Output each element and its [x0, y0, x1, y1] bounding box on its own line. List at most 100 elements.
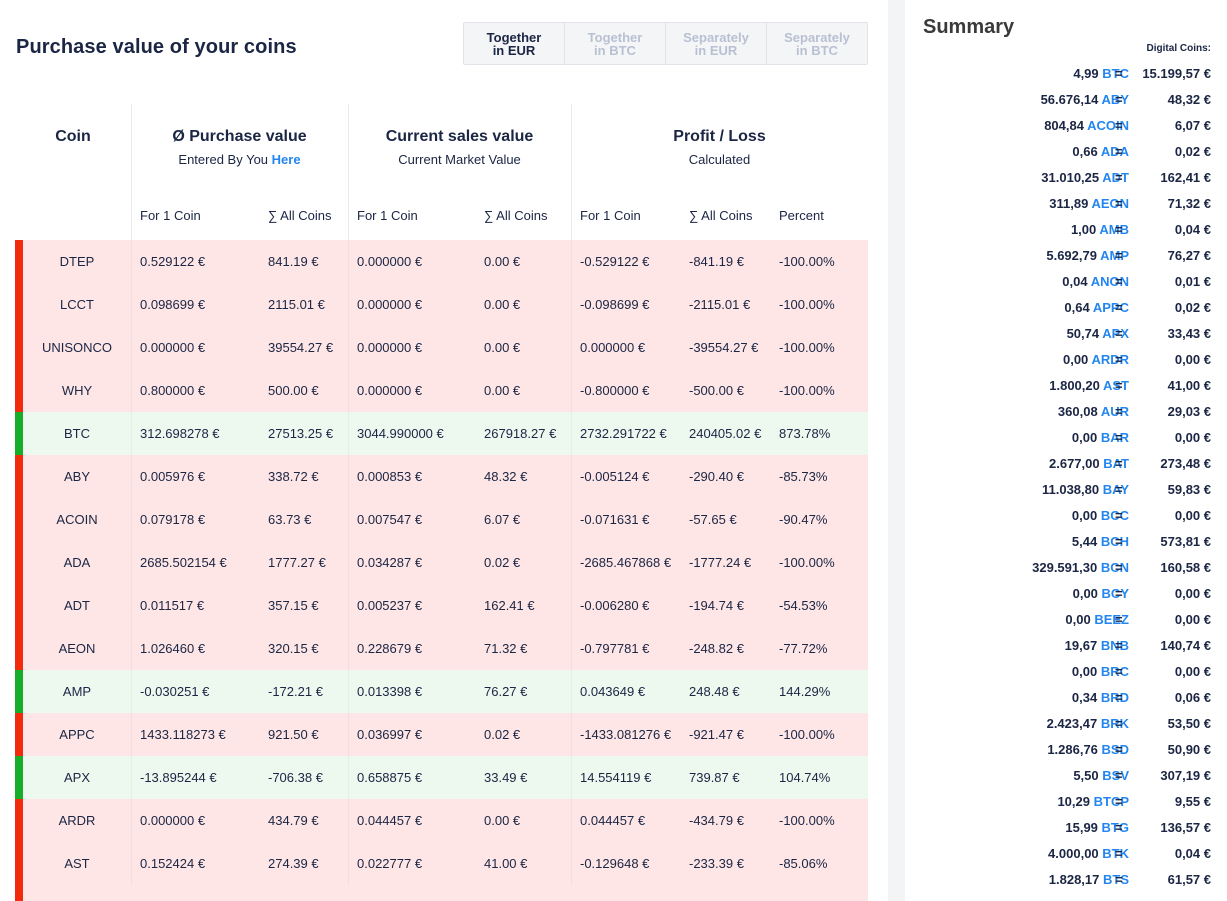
cell-profit-all: -1777.24 €	[689, 555, 752, 570]
loss-indicator	[15, 584, 23, 627]
coins-table-body: DTEP 0.529122 € 841.19 € 0.000000 € 0.00 € -0…	[15, 240, 868, 885]
amount-value: 0,66	[1072, 144, 1098, 159]
table-row[interactable]: ADT 0.011517 € 357.15 € 0.005237 € 162.41 € -…	[15, 584, 868, 627]
coin-symbol: ACOIN	[56, 512, 98, 527]
cell-profit-one: 0.000000 €	[580, 340, 646, 355]
summary-item: 1.800,20 AST = 41,00 €	[905, 373, 1227, 399]
table-row[interactable]: BTC 312.698278 € 27513.25 € 3044.990000 € 26…	[15, 412, 868, 455]
table-row[interactable]: APX -13.895244 € -706.38 € 0.658875 € 33.49 …	[15, 756, 868, 799]
summary-title: Summary	[923, 16, 1015, 38]
view-mode-tabs: Together in EUR Together in BTC Separate…	[463, 22, 868, 65]
table-row[interactable]: ARDR 0.000000 € 434.79 € 0.044457 € 0.00 € 0.…	[15, 799, 868, 842]
cell-divider	[131, 799, 132, 842]
table-row[interactable]: APPC 1433.118273 € 921.50 € 0.036997 € 0.02 …	[15, 713, 868, 756]
coin-symbol-link[interactable]: APPC	[1093, 300, 1129, 315]
cell-profit-one: -2685.467868 €	[580, 555, 672, 570]
cell-current-all: 6.07 €	[484, 512, 521, 527]
coin-symbol: APPC	[59, 727, 95, 742]
cell-divider	[348, 670, 349, 713]
tab-together-btc[interactable]: Together in BTC	[565, 23, 666, 64]
cell-profit-all: -248.82 €	[689, 641, 744, 656]
purchase-value-panel: Purchase value of your coins Together in…	[0, 0, 888, 901]
table-row[interactable]: ADA 2685.502154 € 1777.27 € 0.034287 € 0.02 …	[15, 541, 868, 584]
cell-divider	[348, 627, 349, 670]
equals-sign: =	[1115, 248, 1123, 263]
cell-purchase-all: 2115.01 €	[268, 297, 325, 312]
cell-percent: -77.72%	[779, 641, 828, 656]
cell-divider	[571, 842, 572, 885]
table-row[interactable]: AEON 1.026460 € 320.15 € 0.228679 € 71.32 € -…	[15, 627, 868, 670]
eur-value: 0,00 €	[1174, 430, 1211, 445]
cell-purchase-one: 0.005976 €	[140, 469, 206, 484]
cell-purchase-one: -13.895244 €	[140, 770, 217, 785]
col-purchase-one: For 1 Coin	[140, 208, 201, 223]
table-row[interactable]: UNISONCO 0.000000 € 39554.27 € 0.000000 € 0.…	[15, 326, 868, 369]
cell-current-one: 0.022777 €	[357, 856, 423, 871]
cell-current-all: 0.00 €	[484, 297, 521, 312]
table-row[interactable]: ABY 0.005976 € 338.72 € 0.000853 € 48.32 € -0…	[15, 455, 868, 498]
table-row[interactable]: LCCT 0.098699 € 2115.01 € 0.000000 € 0.00 € -…	[15, 283, 868, 326]
eur-value: 6,07 €	[1174, 118, 1211, 133]
cell-current-all: 0.00 €	[484, 383, 521, 398]
cell-profit-one: -0.006280 €	[580, 598, 650, 613]
eur-value: 573,81 €	[1160, 534, 1211, 549]
table-row[interactable]: AMP -0.030251 € -172.21 € 0.013398 € 76.27 €…	[15, 670, 868, 713]
eur-value: 136,57 €	[1160, 820, 1211, 835]
coin-symbol-link[interactable]: AEON	[1091, 196, 1129, 211]
tab-together-eur[interactable]: Together in EUR	[464, 23, 565, 64]
table-row[interactable]: ACOIN 0.079178 € 63.73 € 0.007547 € 6.07 € -0…	[15, 498, 868, 541]
cell-current-all: 0.02 €	[484, 555, 521, 570]
summary-item: 2.677,00 BAT = 273,48 €	[905, 451, 1227, 477]
cell-percent: -100.00%	[779, 254, 835, 269]
cell-profit-all: -500.00 €	[689, 383, 744, 398]
summary-item: 11.038,80 BAY = 59,83 €	[905, 477, 1227, 503]
coin-symbol-link[interactable]: BTCP	[1094, 794, 1129, 809]
coin-symbol-link[interactable]: ARDR	[1091, 352, 1129, 367]
cell-divider	[348, 369, 349, 412]
amount-value: 0,00	[1065, 612, 1091, 627]
table-row[interactable]: AST 0.152424 € 274.39 € 0.022777 € 41.00 € -0…	[15, 842, 868, 885]
summary-item: 5,50 BSV = 307,19 €	[905, 763, 1227, 789]
cell-purchase-one: 0.152424 €	[140, 856, 206, 871]
gain-indicator	[15, 412, 23, 455]
loss-indicator	[15, 627, 23, 670]
cell-percent: -100.00%	[779, 383, 835, 398]
cell-percent: 144.29%	[779, 684, 831, 699]
purchase-subtitle-text: Entered By You	[178, 152, 269, 167]
amount-value: 2.423,47	[1046, 716, 1098, 731]
tab-separately-eur[interactable]: Separately in EUR	[666, 23, 767, 64]
cell-divider	[348, 584, 349, 627]
equals-sign: =	[1115, 664, 1123, 679]
cell-divider	[571, 455, 572, 498]
cell-current-one: 0.658875 €	[357, 770, 423, 785]
coin-symbol-link[interactable]: ANON	[1091, 274, 1129, 289]
equals-sign: =	[1115, 534, 1123, 549]
summary-list: 4,99 BTC = 15.199,57 €56.676,14 ABY = 48,32 …	[905, 61, 1227, 893]
coin-symbol: ADT	[64, 598, 90, 613]
summary-item: 5.692,79 AMP = 76,27 €	[905, 243, 1227, 269]
equals-sign: =	[1115, 508, 1123, 523]
cell-profit-all: -233.39 €	[689, 856, 744, 871]
eur-value: 0,06 €	[1174, 690, 1211, 705]
cell-percent: -54.53%	[779, 598, 828, 613]
cell-current-all: 0.00 €	[484, 813, 521, 828]
cell-current-all: 48.32 €	[484, 469, 528, 484]
table-row[interactable]: DTEP 0.529122 € 841.19 € 0.000000 € 0.00 € -0…	[15, 240, 868, 283]
enter-purchase-link[interactable]: Here	[272, 152, 301, 167]
tab-separately-btc[interactable]: Separately in BTC	[767, 23, 867, 64]
col-percent: Percent	[779, 208, 824, 223]
cell-profit-one: 0.043649 €	[580, 684, 646, 699]
cell-purchase-all: 63.73 €	[268, 512, 312, 527]
cell-divider	[571, 326, 572, 369]
cell-divider	[348, 756, 349, 799]
coin-symbol-link[interactable]: BEEZ	[1094, 612, 1129, 627]
amount-value: 1.800,20	[1049, 378, 1100, 393]
cell-divider	[571, 369, 572, 412]
cell-purchase-all: 274.39 €	[268, 856, 319, 871]
cell-current-one: 3044.990000 €	[357, 426, 444, 441]
current-header-subtitle: Current Market Value	[398, 152, 521, 167]
table-row[interactable]: WHY 0.800000 € 500.00 € 0.000000 € 0.00 € -0.…	[15, 369, 868, 412]
cell-divider	[131, 541, 132, 584]
cell-profit-all: -57.65 €	[689, 512, 737, 527]
cell-current-all: 71.32 €	[484, 641, 528, 656]
